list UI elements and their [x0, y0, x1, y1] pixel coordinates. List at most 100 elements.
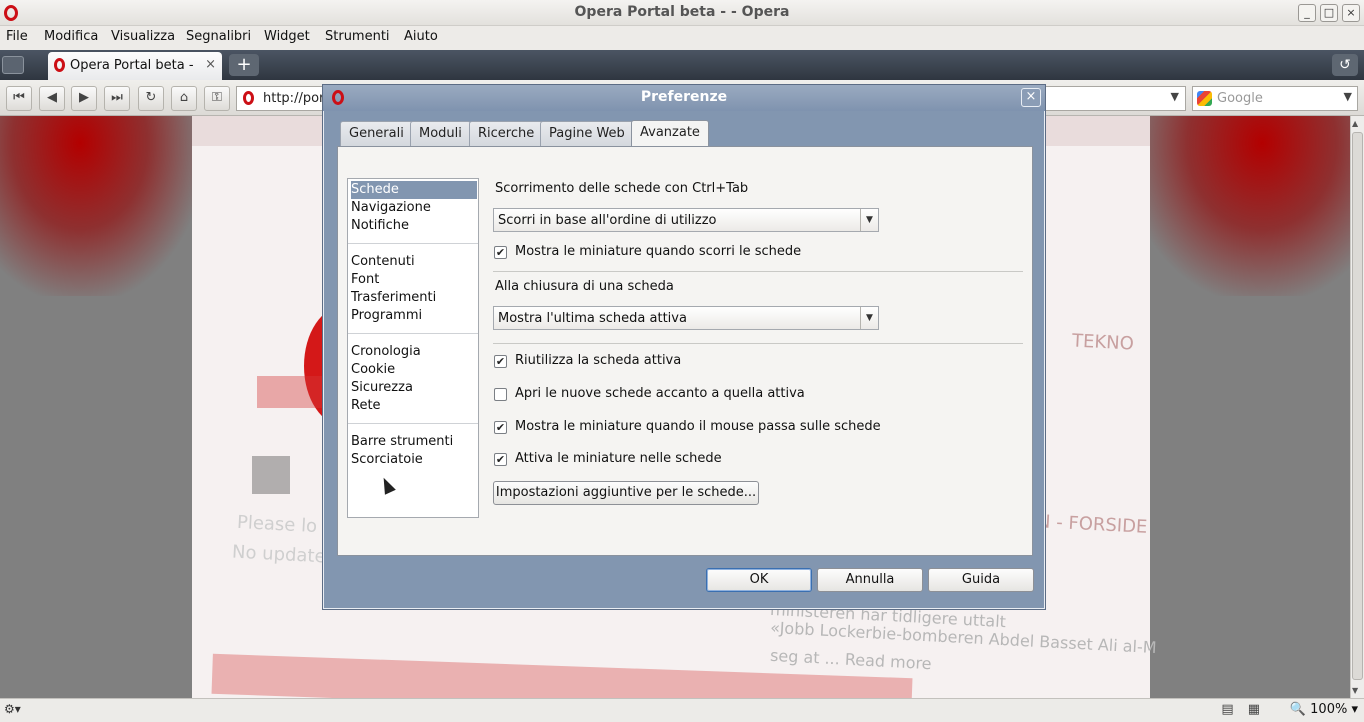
tab-pagine-web[interactable]: Pagine Web [540, 121, 634, 147]
menu-widget[interactable]: Widget [264, 29, 310, 44]
tab-opera-portal[interactable]: Opera Portal beta - × [48, 52, 222, 80]
home-icon[interactable]: ⌂ [171, 86, 197, 111]
tab-generali[interactable]: Generali [340, 121, 413, 147]
section-divider [493, 271, 1023, 272]
hover-thumbnails-checkbox[interactable]: ✔ [494, 421, 507, 434]
thumbs-on-scroll-label: Mostra le miniature quando scorri le sch… [515, 244, 802, 259]
ctrl-tab-select-value: Scorri in base all'ordine di utilizzo [498, 213, 717, 228]
menu-visualizza[interactable]: Visualizza [111, 29, 175, 44]
category-programmi[interactable]: Programmi [351, 307, 477, 325]
zoom-value: 100% [1310, 702, 1348, 717]
menu-segnalibri[interactable]: Segnalibri [186, 29, 251, 44]
open-next-to-active-label: Apri le nuove schede accanto a quella at… [515, 386, 805, 401]
maximize-button[interactable]: □ [1320, 4, 1338, 22]
minimize-button[interactable]: _ [1298, 4, 1316, 22]
facebook-icon[interactable] [252, 456, 290, 494]
forward-icon[interactable]: ▶ [71, 86, 97, 111]
page-scrollbar[interactable]: ▲ ▼ [1350, 116, 1364, 698]
category-contenuti[interactable]: Contenuti [351, 253, 477, 271]
dialog-titlebar: Preferenze × [323, 85, 1045, 111]
category-schede[interactable]: Schede [351, 181, 477, 199]
ctrl-tab-select[interactable]: Scorri in base all'ordine di utilizzo ▼ [493, 208, 879, 232]
category-sicurezza[interactable]: Sicurezza [351, 379, 477, 397]
scroll-up-icon[interactable]: ▲ [1352, 119, 1358, 128]
window-title: Opera Portal beta - - Opera [574, 4, 790, 20]
category-cookie[interactable]: Cookie [351, 361, 477, 379]
search-dropdown-icon[interactable]: ▼ [1344, 90, 1352, 103]
dialog-title: Preferenze [640, 89, 728, 105]
category-list[interactable]: Schede Navigazione Notifiche Contenuti F… [347, 178, 479, 518]
zoom-level[interactable]: 🔍 100% ▾ [1290, 702, 1358, 717]
category-font[interactable]: Font [351, 271, 477, 289]
tab-thumbnails-label: Attiva le miniature nelle schede [515, 451, 722, 466]
search-field[interactable]: Google ▼ [1192, 86, 1358, 111]
cancel-button[interactable]: Annulla [817, 568, 923, 592]
ghost-text-tekno: TEKNO [1071, 330, 1135, 355]
category-scorciatoie[interactable]: Scorciatoie [351, 451, 477, 469]
open-next-to-active-checkbox[interactable] [494, 388, 507, 401]
menu-strumenti[interactable]: Strumenti [325, 29, 390, 44]
close-tab-select[interactable]: Mostra l'ultima scheda attiva ▼ [493, 306, 879, 330]
page-glow-left [0, 116, 200, 296]
scrollbar-thumb[interactable] [1352, 132, 1363, 680]
hover-thumbnails-label: Mostra le miniature quando il mouse pass… [515, 419, 881, 434]
menu-bar: File Modifica Visualizza Segnalibri Widg… [0, 26, 1364, 50]
closed-tabs-trash-icon[interactable]: ↺ [1332, 54, 1358, 76]
tab-ricerche[interactable]: Ricerche [469, 121, 544, 147]
address-dropdown-icon[interactable]: ▼ [1171, 90, 1179, 103]
tab-thumbnails-checkbox[interactable]: ✔ [494, 453, 507, 466]
back-icon[interactable]: ◀ [39, 86, 65, 111]
category-divider [348, 333, 478, 334]
section-divider [493, 343, 1023, 344]
category-rete[interactable]: Rete [351, 397, 477, 415]
tab-bar: Opera Portal beta - × + ↺ [0, 50, 1364, 80]
preferences-dialog: Preferenze × Generali Moduli Ricerche Pa… [322, 84, 1046, 610]
close-window-button[interactable]: × [1342, 4, 1360, 22]
thumbs-on-scroll-checkbox[interactable]: ✔ [494, 246, 507, 259]
category-cronologia[interactable]: Cronologia [351, 343, 477, 361]
address-url[interactable]: http://por [263, 91, 324, 106]
menu-modifica[interactable]: Modifica [44, 29, 98, 44]
new-tab-button[interactable]: + [229, 54, 259, 76]
rewind-icon[interactable]: ⏮ [6, 86, 32, 111]
close-tab-label: Alla chiusura di una scheda [495, 279, 674, 294]
close-tab-select-value: Mostra l'ultima scheda attiva [498, 311, 687, 326]
reuse-active-tab-checkbox[interactable]: ✔ [494, 355, 507, 368]
opera-favicon-icon [54, 58, 65, 72]
category-trasferimenti[interactable]: Trasferimenti [351, 289, 477, 307]
key-icon[interactable]: ⚿ [204, 86, 230, 111]
tab-moduli[interactable]: Moduli [410, 121, 471, 147]
fast-forward-icon[interactable]: ⏭ [104, 86, 130, 111]
google-icon[interactable] [1197, 91, 1212, 106]
help-button[interactable]: Guida [928, 568, 1034, 592]
category-navigazione[interactable]: Navigazione [351, 199, 477, 217]
status-bar: ⚙▾ ▤▦ 🔍 100% ▾ [0, 698, 1364, 722]
scroll-down-icon[interactable]: ▼ [1352, 686, 1358, 695]
tab-close-icon[interactable]: × [205, 57, 216, 72]
ctrl-tab-label: Scorrimento delle schede con Ctrl+Tab [495, 181, 749, 196]
window-titlebar: Opera Portal beta - - Opera _ □ × [0, 0, 1364, 26]
dialog-body: Schede Navigazione Notifiche Contenuti F… [337, 146, 1033, 556]
status-view-icons[interactable]: ▤▦ [1221, 702, 1274, 717]
extra-tab-settings-button[interactable]: Impostazioni aggiuntive per le schede... [493, 481, 759, 505]
ok-button[interactable]: OK [706, 568, 812, 592]
page-glow-right [1130, 116, 1350, 296]
reload-icon[interactable]: ↻ [138, 86, 164, 111]
site-favicon-icon [243, 91, 254, 105]
panel-toggle-button[interactable] [2, 56, 24, 74]
reuse-active-tab-label: Riutilizza la scheda attiva [515, 353, 682, 368]
menu-file[interactable]: File [6, 29, 28, 44]
status-menu-icon[interactable]: ⚙▾ [4, 702, 21, 716]
chevron-down-icon[interactable]: ▼ [860, 209, 878, 231]
menu-aiuto[interactable]: Aiuto [404, 29, 438, 44]
tab-avanzate[interactable]: Avanzate [631, 120, 709, 148]
ghost-text-please: Please lo [236, 511, 318, 538]
chevron-down-icon[interactable]: ▼ [860, 307, 878, 329]
dialog-close-button[interactable]: × [1021, 88, 1041, 107]
category-divider [348, 423, 478, 424]
category-notifiche[interactable]: Notifiche [351, 217, 477, 235]
ghost-text-no-update: No update [231, 541, 327, 568]
category-barre-strumenti[interactable]: Barre strumenti [351, 433, 477, 451]
category-divider [348, 243, 478, 244]
search-placeholder[interactable]: Google [1217, 91, 1263, 106]
